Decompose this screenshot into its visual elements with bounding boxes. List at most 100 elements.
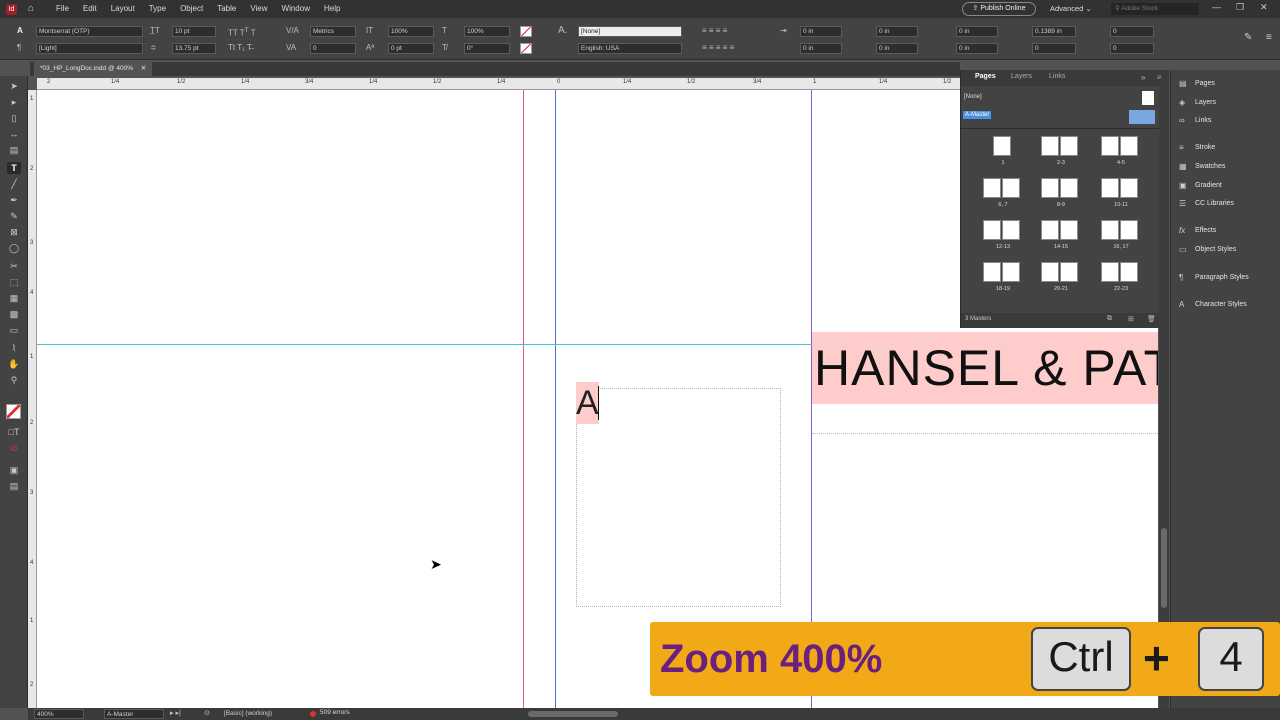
home-icon[interactable]: ⌂: [28, 3, 34, 14]
dock-item-character-styles[interactable]: Character Styles: [1195, 301, 1247, 308]
font-style-field[interactable]: [Light]: [36, 43, 143, 54]
menu-object[interactable]: Object: [180, 4, 203, 13]
cc-libraries-icon[interactable]: ☰: [1179, 199, 1186, 208]
baseline-shift-field[interactable]: 0 pt: [388, 43, 434, 54]
pages-icon[interactable]: ▤: [1179, 79, 1187, 88]
headline-text-frame[interactable]: HANSEL & PAT: [812, 332, 1158, 404]
menu-table[interactable]: Table: [217, 4, 236, 13]
vertical-scroll-thumb[interactable]: [1161, 528, 1167, 608]
close-window-button[interactable]: ✕: [1260, 2, 1268, 13]
none-master[interactable]: [None]: [964, 94, 982, 100]
hyphenation-field[interactable]: 0: [1032, 43, 1076, 54]
language-field[interactable]: English: USA: [578, 43, 682, 54]
open-page-icon[interactable]: ⊙: [204, 709, 210, 717]
page-thumbnail[interactable]: [1060, 262, 1078, 282]
close-icon[interactable]: ✕: [141, 65, 146, 72]
fill-stroke-swatch-icon[interactable]: [6, 404, 21, 419]
gradient-icon[interactable]: ▣: [1179, 181, 1187, 190]
none-master-thumb[interactable]: [1142, 91, 1154, 105]
object-styles-icon[interactable]: ▭: [1179, 245, 1187, 254]
dock-item-swatches[interactable]: Swatches: [1195, 163, 1225, 170]
small-caps-icon[interactable]: Tt T₁ T̶: [228, 43, 252, 53]
text-frame[interactable]: [576, 388, 781, 607]
hand-tool-icon[interactable]: ✋: [7, 358, 21, 370]
drop-cap-chars-field[interactable]: 0: [1110, 43, 1154, 54]
page-thumbnail[interactable]: [993, 136, 1011, 156]
pencil-tool-icon[interactable]: ✎: [7, 210, 21, 222]
tracking-field[interactable]: 0: [310, 43, 356, 54]
preflight-profile-field[interactable]: [Basic] (working): [222, 709, 304, 719]
page-thumbnail[interactable]: [1002, 262, 1020, 282]
dock-item-stroke[interactable]: Stroke: [1195, 144, 1215, 151]
collapse-panel-icon[interactable]: »: [1141, 73, 1145, 82]
dock-item-links[interactable]: Links: [1195, 117, 1211, 124]
page-tool-icon[interactable]: ▯: [7, 112, 21, 124]
drop-cap-lines-field[interactable]: 0: [1110, 26, 1154, 37]
align-left-icon[interactable]: ≡ ≡ ≡ ≡: [702, 26, 727, 36]
scissors-tool-icon[interactable]: ✂: [7, 260, 21, 272]
dock-item-effects[interactable]: Effects: [1195, 227, 1216, 234]
space-after-field[interactable]: 0 in: [956, 43, 998, 54]
menu-view[interactable]: View: [250, 4, 267, 13]
type-tool-icon[interactable]: T: [7, 162, 21, 174]
page-thumbnail[interactable]: [1120, 136, 1138, 156]
stock-search-input[interactable]: ⚲ Adobe Stock: [1111, 3, 1199, 15]
page-thumbnail[interactable]: [1041, 220, 1059, 240]
delete-page-icon[interactable]: 🗑: [1147, 315, 1156, 323]
rectangle-frame-tool-icon[interactable]: ⊠: [7, 226, 21, 238]
gradient-swatch-tool-icon[interactable]: ▦: [7, 292, 21, 304]
formatting-container-icon[interactable]: □T: [7, 426, 21, 438]
gradient-feather-tool-icon[interactable]: ▩: [7, 308, 21, 320]
panel-menu-icon[interactable]: ≡: [1266, 32, 1272, 43]
drop-letter-text[interactable]: A: [576, 382, 599, 424]
document-tab[interactable]: *03_HP_LongDoc.indd @ 400% ✕: [34, 62, 153, 76]
grid-space-field[interactable]: 0.1389 in: [1032, 26, 1076, 37]
vertical-ruler[interactable]: 12341234123: [28, 90, 37, 708]
space-before-field[interactable]: 0 in: [956, 26, 998, 37]
justify-icon[interactable]: ≡ ≡ ≡ ≡ ≡: [702, 43, 734, 53]
menu-window[interactable]: Window: [282, 4, 310, 13]
first-line-indent-field[interactable]: 0 in: [800, 43, 842, 54]
skew-field[interactable]: 0°: [464, 43, 510, 54]
paragraph-styles-icon[interactable]: ¶: [1179, 273, 1183, 282]
previous-page-icon[interactable]: ▸ ▸|: [170, 709, 181, 717]
screen-mode-icon[interactable]: ▣: [7, 464, 21, 476]
page-thumbnail[interactable]: [1120, 262, 1138, 282]
page-thumbnail[interactable]: [1002, 220, 1020, 240]
page-field[interactable]: A-Master: [104, 709, 164, 719]
selection-tool-icon[interactable]: ➤: [7, 80, 21, 92]
dock-item-object-styles[interactable]: Object Styles: [1195, 246, 1236, 253]
canvas-vertical-scrollbar[interactable]: [1159, 78, 1169, 708]
page-thumbnail[interactable]: [1101, 220, 1119, 240]
minimize-button[interactable]: —: [1212, 2, 1221, 12]
vertical-scale-field[interactable]: 100%: [388, 26, 434, 37]
tab-layers[interactable]: Layers: [1011, 73, 1032, 80]
preflight-errors[interactable]: 509 errors: [320, 709, 350, 716]
note-tool-icon[interactable]: ▭: [7, 324, 21, 336]
fill-none-swatch[interactable]: [520, 26, 532, 37]
zoom-level-field[interactable]: 400%: [34, 709, 84, 719]
preview-mode-icon[interactable]: ▤: [7, 480, 21, 492]
page-thumbnail[interactable]: [1060, 220, 1078, 240]
page-thumbnail[interactable]: [983, 220, 1001, 240]
dock-item-pages[interactable]: Pages: [1195, 80, 1215, 87]
page-thumbnail[interactable]: [983, 178, 1001, 198]
page-thumbnail[interactable]: [1120, 178, 1138, 198]
ellipse-tool-icon[interactable]: ◯: [7, 242, 21, 254]
dock-item-paragraph-styles[interactable]: Paragraph Styles: [1195, 274, 1249, 281]
leading-field[interactable]: 13.75 pt: [172, 43, 216, 54]
last-line-indent-field[interactable]: 0 in: [876, 43, 918, 54]
character-style-field[interactable]: [None]: [578, 26, 682, 37]
dock-item-cc-libraries[interactable]: CC Libraries: [1195, 200, 1234, 207]
horizontal-scroll-thumb[interactable]: [528, 711, 618, 717]
a-master-thumb[interactable]: [1129, 110, 1155, 124]
page-thumbnail[interactable]: [983, 262, 1001, 282]
page-thumbnail[interactable]: [1101, 262, 1119, 282]
links-icon[interactable]: ∞: [1179, 116, 1185, 125]
dock-item-layers[interactable]: Layers: [1195, 99, 1216, 106]
menu-edit[interactable]: Edit: [83, 4, 97, 13]
tab-pages[interactable]: Pages: [975, 73, 996, 80]
character-styles-icon[interactable]: A: [1179, 300, 1184, 309]
font-size-field[interactable]: 10 pt: [172, 26, 216, 37]
kerning-field[interactable]: Metrics: [310, 26, 356, 37]
